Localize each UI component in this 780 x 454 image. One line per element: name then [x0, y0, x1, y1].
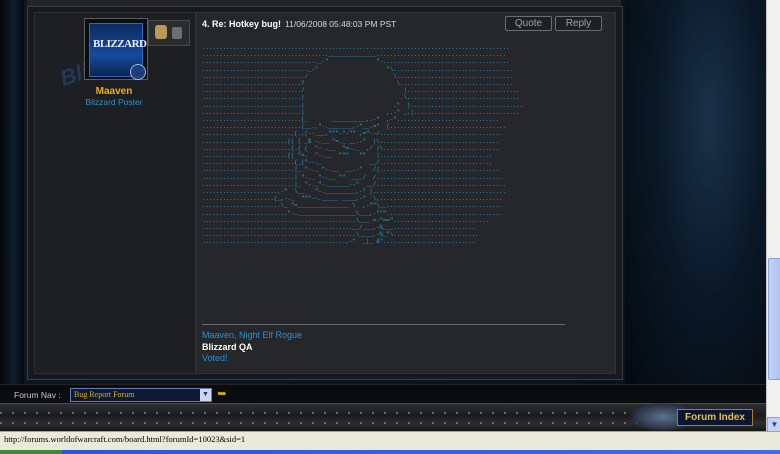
forum-nav-select[interactable]: Bug Report Forum ▼ [70, 388, 212, 402]
scroll-down-icon[interactable]: ▼ [767, 417, 780, 432]
go-arrow-icon[interactable]: ➥ [216, 388, 228, 400]
blizzard-badge-icon [130, 64, 146, 80]
rivet-strip [0, 412, 640, 414]
author-name[interactable]: Maaven [34, 86, 194, 97]
status-url: http://forums.worldofwarcraft.com/board.… [4, 434, 246, 444]
scrollbar-thumb[interactable] [768, 258, 780, 380]
blizzard-logo: BLIZZARD [93, 38, 147, 50]
avatar-frame: BLIZZARD [84, 18, 148, 80]
left-frame-border [0, 0, 24, 402]
signature-divider [202, 324, 565, 325]
post-title: 4. Re: Hotkey bug! [202, 19, 282, 29]
character-profile-icon[interactable] [155, 25, 167, 39]
author-title: Blizzard Poster [85, 97, 143, 107]
right-frame-art [625, 0, 766, 402]
post-date: 11/06/2008 05:48:03 PM PST [285, 19, 397, 29]
forum-nav-selected: Bug Report Forum [74, 390, 135, 399]
armory-icon[interactable] [172, 27, 182, 39]
reply-button[interactable]: Reply [555, 16, 602, 31]
post-header: 4. Re: Hotkey bug! 11/06/2008 05:48:03 PM… [202, 19, 396, 29]
signature-role: Blizzard QA [202, 342, 253, 352]
signature-note: Voted! [202, 353, 228, 363]
vertical-scrollbar[interactable]: ▼ [766, 0, 780, 432]
quote-button[interactable]: Quote [505, 16, 552, 31]
forum-nav-label: Forum Nav : [14, 390, 61, 400]
profile-icons [148, 20, 190, 46]
os-taskbar [0, 450, 780, 454]
forum-index-button[interactable]: Forum Index [677, 409, 753, 426]
ascii-art: ........................................… [202, 44, 523, 246]
rivet-strip [0, 422, 640, 424]
chevron-down-icon[interactable]: ▼ [200, 389, 211, 401]
avatar[interactable]: BLIZZARD [89, 23, 147, 80]
signature-character: Maaven, Night Elf Rogue [202, 330, 303, 340]
